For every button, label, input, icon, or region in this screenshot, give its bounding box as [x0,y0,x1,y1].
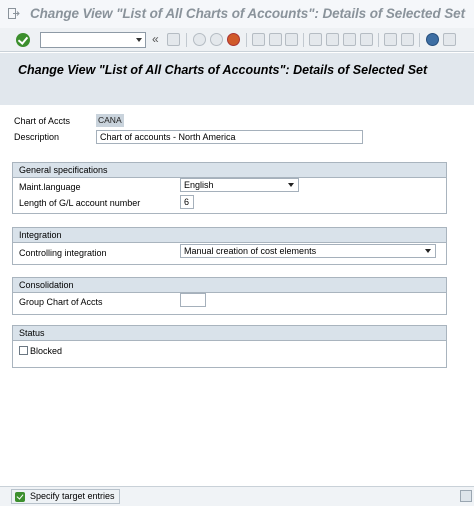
double-arrow-icon[interactable]: « [152,32,159,46]
specify-target-entries-label: Specify target entries [30,491,115,501]
specify-target-entries-button[interactable]: Specify target entries [11,489,120,504]
help-icon[interactable] [426,33,439,46]
find-next-icon[interactable] [285,33,298,46]
maint-language-label: Maint.language [19,182,81,192]
chevron-down-icon[interactable] [136,38,142,42]
enter-icon[interactable] [16,33,30,47]
standard-toolbar: « [0,28,474,52]
gl-length-label: Length of G/L account number [19,198,141,208]
checkmark-icon [15,492,25,502]
customize-layout-icon[interactable] [443,33,456,46]
chevron-down-icon[interactable] [288,183,294,187]
chart-of-accts-label: Chart of Accts [14,116,71,126]
toolbar-separator [246,33,247,47]
window-title: Change View "List of All Charts of Accou… [30,6,465,21]
group-heading: Consolidation [13,278,446,293]
footer-bar: Specify target entries [0,486,474,506]
controlling-integration-label: Controlling integration [19,248,107,258]
consolidation-group: Consolidation [12,277,447,315]
next-page-icon[interactable] [343,33,356,46]
shortcut-icon[interactable] [401,33,414,46]
blocked-checkbox[interactable] [19,346,28,355]
status-bar-icon[interactable] [460,490,472,502]
page-title: Change View "List of All Charts of Accou… [18,63,428,77]
toolbar-separator [378,33,379,47]
toolbar-separator [419,33,420,47]
exit-icon[interactable] [8,8,20,19]
status-group: Status [12,325,447,368]
toolbar-separator [303,33,304,47]
group-chart-of-accts-label: Group Chart of Accts [19,297,103,307]
command-field[interactable] [40,32,146,48]
find-icon[interactable] [269,33,282,46]
maint-language-value: English [184,180,214,190]
create-session-icon[interactable] [384,33,397,46]
controlling-integration-value: Manual creation of cost elements [184,246,317,256]
title-bar: Change View "List of All Charts of Accou… [0,0,474,28]
blocked-label: Blocked [30,346,63,356]
group-heading: Integration [13,228,446,243]
description-field[interactable]: Chart of accounts - North America [96,130,363,144]
exit-nav-icon[interactable] [210,33,223,46]
group-heading: Status [13,326,446,341]
controlling-integration-dropdown[interactable]: Manual creation of cost elements [180,244,436,258]
previous-page-icon[interactable] [326,33,339,46]
maint-language-dropdown[interactable]: English [180,178,299,192]
toolbar-separator [186,33,187,47]
chart-of-accts-value: CANA [96,114,124,127]
cancel-icon[interactable] [227,33,240,46]
gl-length-field[interactable]: 6 [180,195,194,209]
group-heading: General specifications [13,163,446,178]
save-icon[interactable] [167,33,180,46]
back-icon[interactable] [193,33,206,46]
screen-header: Change View "List of All Charts of Accou… [0,53,474,105]
print-icon[interactable] [252,33,265,46]
description-label: Description [14,132,60,142]
last-page-icon[interactable] [360,33,373,46]
group-chart-of-accts-field[interactable] [180,293,206,307]
chevron-down-icon[interactable] [425,249,431,253]
first-page-icon[interactable] [309,33,322,46]
